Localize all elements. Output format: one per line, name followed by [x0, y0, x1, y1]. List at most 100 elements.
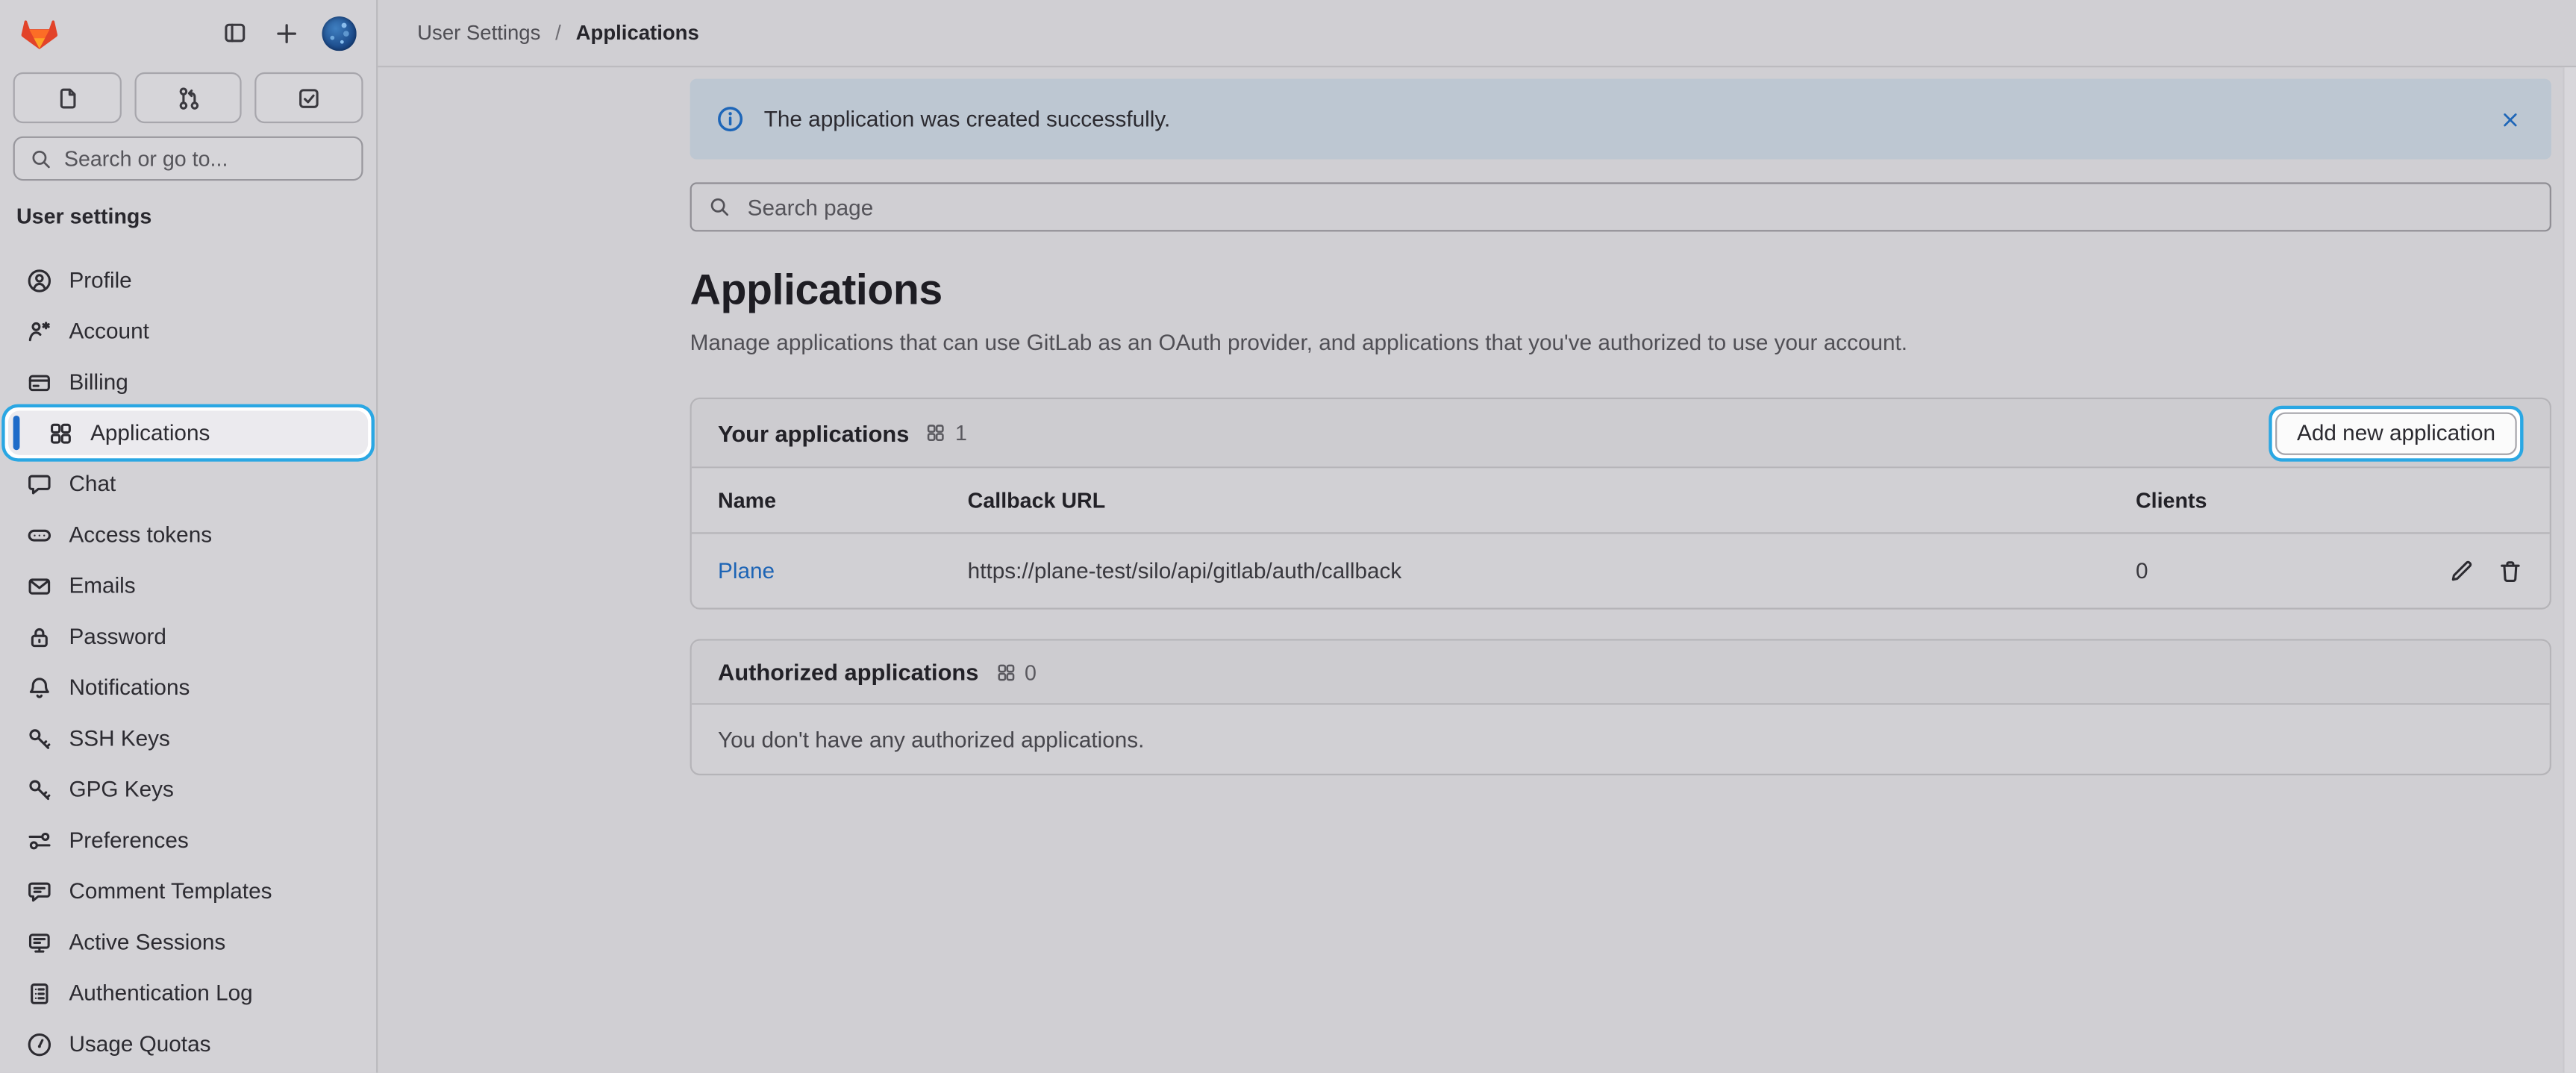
main-content: User Settings / Applications The applica… — [378, 0, 2576, 1073]
trash-icon — [2497, 557, 2523, 584]
alert-close-button[interactable] — [2495, 104, 2525, 134]
sidebar-item-ssh-keys[interactable]: SSH Keys — [7, 713, 370, 763]
lock-icon — [26, 623, 52, 649]
sidebar-item-label: Authentication Log — [69, 980, 252, 1005]
delete-application-button[interactable] — [2497, 557, 2523, 584]
application-clients-count: 0 — [2136, 559, 2398, 584]
create-new-icon[interactable] — [272, 19, 300, 46]
applications-grid-icon — [925, 422, 947, 444]
page-search-input[interactable] — [744, 193, 2533, 221]
auth-log-icon — [26, 980, 52, 1006]
sidebar-item-gpg-keys[interactable]: GPG Keys — [7, 764, 370, 815]
breadcrumb-separator: / — [555, 22, 561, 45]
success-alert: The application was created successfully… — [690, 79, 2551, 160]
preferences-icon — [26, 827, 52, 853]
sidebar-item-billing[interactable]: Billing — [7, 357, 370, 407]
info-icon — [716, 105, 744, 133]
billing-icon — [26, 369, 52, 395]
issues-shortcut-button[interactable] — [13, 72, 122, 123]
scrollbar-track[interactable] — [2563, 67, 2576, 1073]
applications-grid-icon — [995, 661, 1016, 683]
sidebar-item-comment-templates[interactable]: Comment Templates — [7, 866, 370, 916]
sidebar-item-active-sessions[interactable]: Active Sessions — [7, 916, 370, 967]
breadcrumb-user-settings[interactable]: User Settings — [417, 22, 540, 45]
global-search-label: Search or go to... — [64, 146, 228, 171]
your-applications-count-badge: 1 — [925, 421, 967, 445]
your-applications-title: Your applications — [718, 419, 909, 445]
sidebar-item-notifications[interactable]: Notifications — [7, 662, 370, 713]
key-icon — [26, 725, 52, 751]
account-icon — [26, 318, 52, 344]
quota-icon — [26, 1030, 52, 1057]
issues-icon — [54, 84, 80, 110]
sidebar-item-label: Usage Quotas — [69, 1032, 210, 1057]
chat-icon — [26, 471, 52, 497]
key-icon — [26, 776, 52, 802]
applications-table-header: Name Callback URL Clients — [692, 468, 2550, 534]
sidebar-item-profile[interactable]: Profile — [7, 254, 370, 305]
todo-shortcut-button[interactable] — [255, 72, 363, 123]
sessions-icon — [26, 929, 52, 955]
sidebar-item-label: Comment Templates — [69, 879, 272, 904]
token-icon — [26, 522, 52, 548]
sidebar-item-label: Emails — [69, 573, 135, 598]
merge-request-icon — [175, 84, 201, 110]
sidebar-top-row — [0, 0, 376, 66]
sidebar-item-usage-quotas[interactable]: Usage Quotas — [7, 1019, 370, 1069]
sidebar-item-chat[interactable]: Chat — [7, 458, 370, 509]
profile-icon — [26, 267, 52, 293]
sidebar-item-authentication-log[interactable]: Authentication Log — [7, 968, 370, 1019]
search-icon — [30, 147, 53, 170]
application-name-link[interactable]: Plane — [718, 559, 775, 584]
page-description: Manage applications that can use GitLab … — [690, 331, 2551, 355]
sidebar-item-label: Password — [69, 625, 166, 649]
sidebar-item-password[interactable]: Password — [7, 611, 370, 662]
breadcrumb-applications[interactable]: Applications — [576, 22, 699, 45]
application-table-row: Plane https://plane-test/silo/api/gitlab… — [692, 534, 2550, 607]
todo-icon — [296, 84, 322, 110]
sidebar-item-account[interactable]: Account — [7, 305, 370, 356]
shortcut-buttons — [0, 66, 376, 123]
email-icon — [26, 572, 52, 598]
highlight-ring-applications: Applications — [1, 404, 375, 462]
edit-application-button[interactable] — [2448, 557, 2474, 584]
sidebar-item-label: Preferences — [69, 828, 188, 853]
page-container: The application was created successfully… — [690, 67, 2551, 775]
sidebar-nav: Profile Account Billing Applications Chat Acc… — [0, 254, 376, 1069]
pencil-icon — [2448, 557, 2474, 584]
sidebar-item-preferences[interactable]: Preferences — [7, 815, 370, 866]
authorized-applications-count-badge: 0 — [995, 660, 1037, 684]
sidebar-item-label: Chat — [69, 472, 116, 496]
sidebar-item-label: Applications — [90, 421, 210, 445]
applications-icon — [48, 419, 74, 445]
sidebar-item-label: Profile — [69, 268, 131, 293]
sidebar-item-label: Active Sessions — [69, 930, 225, 954]
breadcrumb: User Settings / Applications — [378, 0, 2576, 67]
sidebar-item-label: Billing — [69, 369, 128, 394]
column-header-clients: Clients — [2136, 488, 2398, 513]
sidebar-item-access-tokens[interactable]: Access tokens — [7, 509, 370, 560]
your-applications-count: 1 — [955, 421, 967, 445]
your-applications-header: Your applications 1 Add new application — [692, 399, 2550, 468]
gitlab-logo-icon[interactable] — [19, 15, 59, 51]
authorized-applications-empty-message: You don't have any authorized applicatio… — [692, 704, 2550, 773]
sidebar-item-label: GPG Keys — [69, 777, 173, 801]
sidebar-item-label: Notifications — [69, 675, 190, 700]
user-avatar[interactable] — [322, 16, 356, 50]
authorized-applications-header: Authorized applications 0 — [692, 641, 2550, 705]
add-new-application-button[interactable]: Add new application — [2275, 411, 2516, 454]
merge-requests-shortcut-button[interactable] — [134, 72, 243, 123]
column-header-name: Name — [718, 488, 968, 513]
page-search-box — [690, 182, 2551, 231]
sidebar-item-emails[interactable]: Emails — [7, 560, 370, 611]
application-callback-url: https://plane-test/silo/api/gitlab/auth/… — [968, 559, 2136, 584]
toggle-sidebar-icon[interactable] — [222, 19, 248, 46]
highlight-ring-add-button: Add new application — [2269, 405, 2524, 461]
sidebar-item-label: SSH Keys — [69, 726, 169, 751]
page-title: Applications — [690, 264, 2551, 315]
global-search-button[interactable]: Search or go to... — [13, 137, 363, 181]
sidebar-item-applications[interactable]: Applications — [8, 410, 368, 454]
gitlab-applications-page: Search or go to... User settings Profile… — [0, 0, 2576, 1073]
your-applications-card: Your applications 1 Add new application … — [690, 398, 2551, 610]
row-actions — [2398, 557, 2523, 584]
